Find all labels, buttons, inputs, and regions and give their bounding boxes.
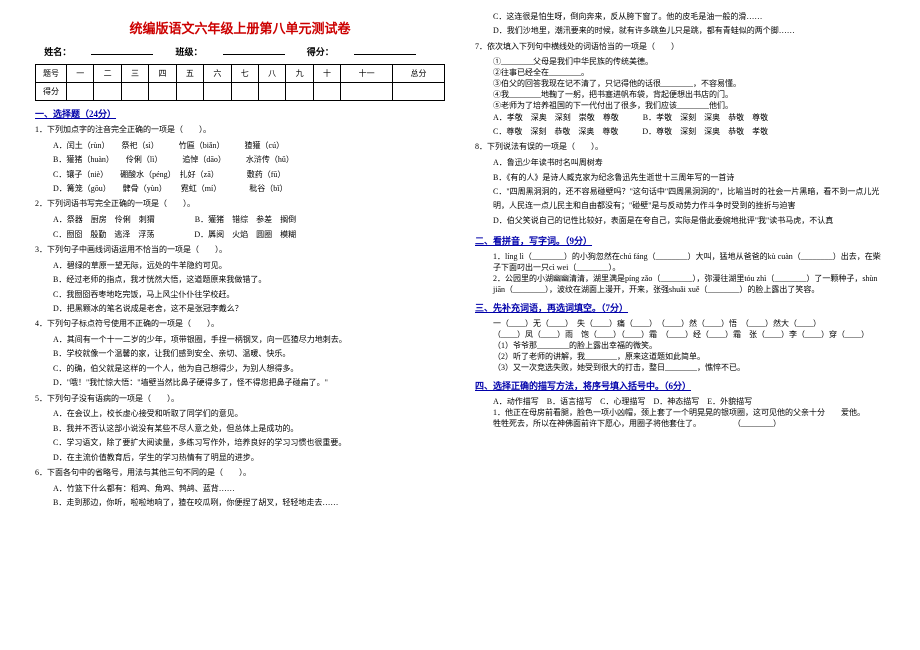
class-label: 班级：: [175, 47, 202, 57]
table-row: 题号 一二 三四 五六 七八 九十 十一总分: [36, 65, 445, 83]
q4-c: C．的确，伯父就是这样的一个人，他为自己想得少，为别人想得多。: [35, 362, 445, 376]
q4-stem: 4．下列句子标点符号使用不正确的一项是（ ）。: [35, 318, 445, 331]
q2-stem: 2．下列词语书写完全正确的一项是（ ）。: [35, 198, 445, 211]
q6-stem: 6．下面各句中的省略号，用法与其他三句不同的是（ ）。: [35, 467, 445, 480]
q7-stem: 7．依次填入下列句中横线处的词语恰当的一项是（ ）: [475, 41, 885, 54]
q3-a: A．碧绿的草原一望无际，远处的牛羊隐约可见。: [35, 259, 445, 273]
q5-d: D．在主流价值教育后，学生的学习热情有了明显的进步。: [35, 451, 445, 465]
q6-a: A．竹篮下什么都有：稻鸡、角鸡、鹁鸪、蓝背……: [35, 482, 445, 496]
q5-a: A．在会议上，校长虚心接受和听取了同学们的意见。: [35, 407, 445, 421]
name-label: 姓名：: [44, 47, 71, 57]
q8-d: D．伯父笑说自己的记性比较好，表面是在夸自己，实际是借此委婉地批评"我"读书马虎…: [475, 214, 885, 228]
q7-l3: ③伯父的回答我现在记不清了，只记得他的话很________，不容易懂。: [475, 78, 885, 89]
right-column: C．这连很是怕生呀，倒向奔来，反从胯下窗了。他的皮毛是油一般的滑…… D．我们沙…: [460, 10, 900, 640]
section-1-head: 一、选择题（24分）: [35, 107, 445, 120]
q5-b: B．我并不否认这部小说没有某些不尽人意之处，但总体上是成功的。: [35, 422, 445, 436]
q1-c: C．镶子（niè） 硼酸水（péng） 扎好（zā） 敷药（fū）: [35, 168, 445, 182]
q8-b: B．《有的人》是诗人臧克家为纪念鲁迅先生逝世十三周年写的一首诗: [475, 171, 885, 185]
q4-b: B．学校就像一个温馨的家，让我们感到安全、亲切、温暖、快乐。: [35, 347, 445, 361]
table-row: 得分: [36, 83, 445, 101]
section-4-head: 四、选择正确的描写方法，将序号填入括号中。（6分）: [475, 379, 885, 392]
class-blank[interactable]: [223, 54, 285, 55]
q11-opts: A．动作描写 B．语言描写 C．心理描写 D．神态描写 E．外貌描写: [475, 396, 885, 407]
q3-stem: 3．下列句子中画线词语运用不恰当的一项是（ ）。: [35, 244, 445, 257]
q10-l3a: （1）爷爷那________的脸上露出幸福的微笑。: [475, 340, 885, 351]
q6-b: B．走到那边，你听，啦啦地响了，猹在咬瓜咧，你便捏了胡叉，轻轻地走去……: [35, 496, 445, 510]
q5-c: C．学习语文，除了要扩大阅读量，多练习写作外，培养良好的学习习惯也很重要。: [35, 436, 445, 450]
q8-c: C．"四周黑洞洞的，还不容易碰壁吗？"这句话中"四周黑洞洞的"，比喻当时的社会一…: [475, 185, 885, 214]
q1-d: D．篝笼（gōu） 髀骨（yùn） 霓虹（mí） 秕谷（bǐ）: [35, 182, 445, 196]
q6-d: D．我们沙地里，潮汛要来的时候，就有许多跳鱼儿只是跳，都有青蛙似的两个脚……: [475, 24, 885, 38]
q2-a: A．祭器 厨房 伶俐 刺猬 B．獾猪 错综 参差 搁倒: [35, 213, 445, 227]
q6-c: C．这连很是怕生呀，倒向奔来，反从胯下窗了。他的皮毛是油一般的滑……: [475, 10, 885, 24]
q11-l1: 1．他正在母房前看腿，脸色一项小凶帽，颈上套了一个明晃晃的银项圈，这可见他的父亲…: [475, 407, 885, 418]
q10-l2: （____）凤（____）雨 饱（____）（____）霜 （____）经（__…: [475, 329, 885, 340]
q9a: 1．líng lì（________）的小狗忽然在chú fáng（______…: [475, 251, 885, 273]
q7-l5: ⑤老师为了培养祖国的下一代付出了很多，我们应该________他们。: [475, 100, 885, 111]
q9b: 2．公园里的小湖幽幽清清，湖里满是píng zǎo（________），弥漫往湖…: [475, 273, 885, 295]
score-table: 题号 一二 三四 五六 七八 九十 十一总分 得分: [35, 64, 445, 101]
q11-l2: 牲牲死去，所以在神佛面前许下愿心，用圈子将他套住了。 （________）: [475, 418, 885, 429]
q7-c: C．尊敬 深刻 恭敬 深奥 尊敬 D．尊敬 深刻 深奥 恭敬 孝敬: [475, 125, 885, 139]
q5-stem: 5．下列句子没有语病的一项是（ ）。: [35, 393, 445, 406]
q1-stem: 1．下列加点字的注音完全正确的一项是（ ）。: [35, 124, 445, 137]
q8-a: A．鲁迅少年读书时名叫周树寿: [475, 156, 885, 170]
q7-l1: ①________父母是我们中华民族的传统美德。: [475, 56, 885, 67]
exam-page: 统编版语文六年级上册第八单元测试卷 姓名： 班级： 得分： 题号 一二 三四 五…: [0, 0, 920, 650]
section-2-head: 二、看拼音，写字词。（9分）: [475, 234, 885, 247]
score-blank[interactable]: [354, 54, 416, 55]
section-3-head: 三、先补充词语，再选词填空。（7分）: [475, 301, 885, 314]
q10-l3b: （2）听了老师的讲解，我________，原来这道题如此简单。: [475, 351, 885, 362]
q1-b: B．獾猪（huàn） 伶俐（lì） 追悼（dāo） 水浒传（hǔ）: [35, 153, 445, 167]
exam-title: 统编版语文六年级上册第八单元测试卷: [35, 18, 445, 37]
q3-c: C．我囫囵吞枣地吃完饭，马上风尘仆仆往学校赶。: [35, 288, 445, 302]
q4-d: D．"哦！"我忙惊大悟："墙壁当然比鼻子硬得多了，怪不得您把鼻子碰扁了。": [35, 376, 445, 390]
score-label: 得分：: [307, 47, 334, 57]
q2-c: C．囫囵 殷勤 逃泽 浮荡 D．羼阅 火焰 圆圈 模糊: [35, 228, 445, 242]
q3-b: B．经过老师的指点，我才恍然大悟，这道题原来我做错了。: [35, 273, 445, 287]
left-column: 统编版语文六年级上册第八单元测试卷 姓名： 班级： 得分： 题号 一二 三四 五…: [20, 10, 460, 640]
q10-l3c: （3）又一次竞选失败，她受到很大的打击，整日________，憔悴不已。: [475, 362, 885, 373]
q10-l1: 一（____）无（____） 失（____）痛（____） （____）然（__…: [475, 318, 885, 329]
q7-a: A．孝敬 深奥 深刻 崇敬 尊敬 B．孝敬 深刻 深奥 恭敬 尊敬: [475, 111, 885, 125]
q7-l4: ④我________地鞠了一躬，把书塞进帆布袋，背起便想出书店的门。: [475, 89, 885, 100]
q4-a: A．其间有一个十一二岁的少年，项带银圈，手捏一柄钢叉，向一匹猹尽力地刺去。: [35, 333, 445, 347]
student-info: 姓名： 班级： 得分：: [35, 45, 445, 58]
q7-l2: ②往事已经全在________。: [475, 67, 885, 78]
q1-a: A．闰土（rùn） 祭祀（sì） 竹匾（biǎn） 猹獾（cú）: [35, 139, 445, 153]
q8-stem: 8．下列说法有误的一项是（ ）。: [475, 141, 885, 154]
q3-d: D．把黑颗冰的笔名说成是老舍，这不是张冠李戴么？: [35, 302, 445, 316]
name-blank[interactable]: [91, 54, 153, 55]
